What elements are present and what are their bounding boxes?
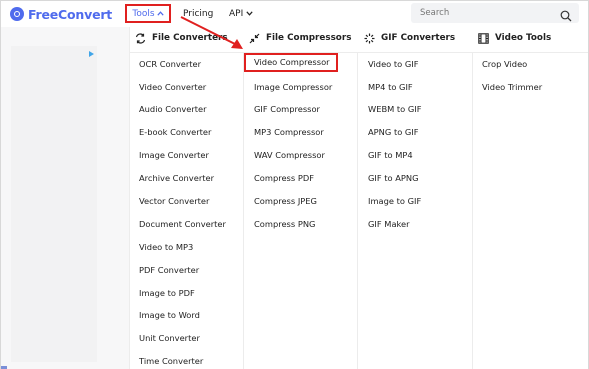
menu-item-time-converter[interactable]: Time Converter xyxy=(139,354,203,368)
column-header-label: File Compressors xyxy=(266,33,352,43)
top-navigation-bar: FreeConvert Tools Pricing API xyxy=(1,1,588,27)
menu-item-apng-to-gif[interactable]: APNG to GIF xyxy=(368,125,419,139)
menu-item-webm-to-gif[interactable]: WEBM to GIF xyxy=(368,102,422,116)
menu-item-document-converter[interactable]: Document Converter xyxy=(139,217,226,231)
menu-item-archive-converter[interactable]: Archive Converter xyxy=(139,171,214,185)
search-icon[interactable] xyxy=(560,7,572,22)
nav-api-label: API xyxy=(229,9,244,19)
search-box[interactable] xyxy=(411,3,579,23)
logo-text: FreeConvert xyxy=(28,6,113,22)
menu-item-audio-converter[interactable]: Audio Converter xyxy=(139,102,207,116)
menu-item-mp3-compressor[interactable]: MP3 Compressor xyxy=(254,125,324,139)
chevron-up-icon xyxy=(156,10,164,18)
menu-item-ocr-converter[interactable]: OCR Converter xyxy=(139,57,201,71)
menu-item-gif-to-mp4[interactable]: GIF to MP4 xyxy=(368,148,413,162)
chevron-down-icon xyxy=(246,10,253,18)
nav-tools-label: Tools xyxy=(132,8,155,19)
menu-item-gif-to-apng[interactable]: GIF to APNG xyxy=(368,171,419,185)
menu-item-video-trimmer[interactable]: Video Trimmer xyxy=(482,80,542,94)
nav-tools-menu[interactable]: Tools xyxy=(125,4,171,23)
column-header-gif-converters: GIF Converters xyxy=(363,27,455,49)
menu-item-compress-png[interactable]: Compress PNG xyxy=(254,217,315,231)
ad-placeholder xyxy=(11,46,97,362)
menu-item-gif-maker[interactable]: GIF Maker xyxy=(368,217,410,231)
nav-pricing-link[interactable]: Pricing xyxy=(183,1,213,27)
search-input[interactable] xyxy=(420,8,550,18)
freeconvert-logo[interactable]: FreeConvert xyxy=(10,5,112,23)
compress-arrows-icon xyxy=(248,32,260,44)
column-divider xyxy=(357,52,358,369)
menu-item-video-to-mp3[interactable]: Video to MP3 xyxy=(139,240,193,254)
column-divider xyxy=(243,52,244,369)
menu-header-divider xyxy=(129,52,588,53)
menu-item-vector-converter[interactable]: Vector Converter xyxy=(139,194,209,208)
swap-arrows-icon xyxy=(134,32,146,44)
menu-item-video-to-gif[interactable]: Video to GIF xyxy=(368,57,419,71)
nav-api-menu[interactable]: API xyxy=(229,1,253,27)
column-header-label: File Converters xyxy=(152,33,228,43)
menu-item-ebook-converter[interactable]: E-book Converter xyxy=(139,125,211,139)
menu-item-compress-jpeg[interactable]: Compress JPEG xyxy=(254,194,317,208)
menu-item-image-to-gif[interactable]: Image to GIF xyxy=(368,194,421,208)
menu-item-unit-converter[interactable]: Unit Converter xyxy=(139,331,200,345)
menu-item-mp4-to-gif[interactable]: MP4 to GIF xyxy=(368,80,413,94)
ad-choices-icon[interactable] xyxy=(89,51,95,57)
menu-item-image-converter[interactable]: Image Converter xyxy=(139,148,209,162)
menu-item-gif-compressor[interactable]: GIF Compressor xyxy=(254,102,320,116)
column-header-label: GIF Converters xyxy=(381,33,456,43)
loading-spinner-icon xyxy=(363,32,375,44)
column-header-video-tools: Video Tools xyxy=(477,27,551,49)
film-icon xyxy=(477,32,489,44)
menu-item-crop-video[interactable]: Crop Video xyxy=(482,57,527,71)
column-header-file-compressors: File Compressors xyxy=(248,27,351,49)
menu-item-video-converter[interactable]: Video Converter xyxy=(139,80,206,94)
column-header-file-converters: File Converters xyxy=(134,27,228,49)
menu-item-pdf-converter[interactable]: PDF Converter xyxy=(139,263,199,277)
menu-item-compress-pdf[interactable]: Compress PDF xyxy=(254,171,314,185)
logo-icon xyxy=(10,7,24,21)
column-header-label: Video Tools xyxy=(495,33,552,43)
menu-item-wav-compressor[interactable]: WAV Compressor xyxy=(254,148,325,162)
nav-pricing-label: Pricing xyxy=(183,9,214,19)
column-divider xyxy=(472,52,473,369)
menu-item-video-compressor[interactable]: Video Compressor xyxy=(244,53,338,72)
menu-item-image-compressor[interactable]: Image Compressor xyxy=(254,80,332,94)
menu-item-image-to-word[interactable]: Image to Word xyxy=(139,308,200,322)
menu-item-image-to-pdf[interactable]: Image to PDF xyxy=(139,286,195,300)
